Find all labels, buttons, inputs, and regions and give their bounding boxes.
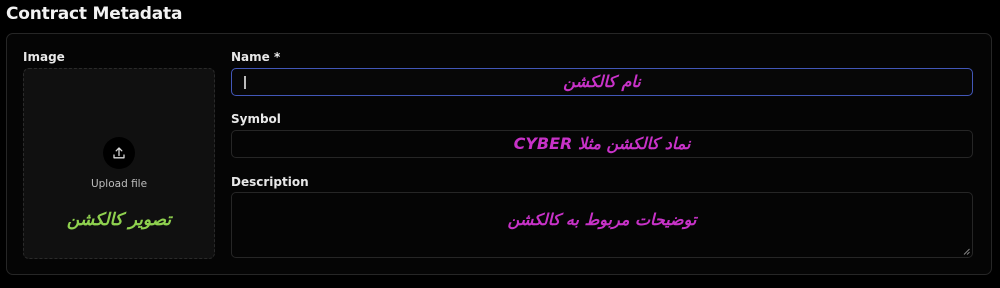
name-input[interactable]: نام کالکشن	[231, 68, 973, 96]
description-textarea[interactable]: توضیحات مربوط به کالکشن	[231, 192, 973, 258]
upload-icon	[113, 147, 125, 159]
description-hint: توضیحات مربوط به کالکشن	[507, 210, 697, 229]
page-title: Contract Metadata	[6, 4, 183, 24]
symbol-label: Symbol	[231, 112, 281, 126]
name-hint: نام کالکشن	[563, 72, 641, 91]
name-label-text: Name	[231, 50, 270, 64]
upload-file-label: Upload file	[90, 178, 148, 190]
symbol-input[interactable]: نماد کالکشن مثلا CYBER	[231, 130, 973, 158]
name-label: Name *	[231, 50, 280, 64]
upload-button[interactable]	[103, 137, 135, 169]
resize-handle-icon[interactable]	[963, 248, 970, 255]
symbol-hint: نماد کالکشن مثلا CYBER	[513, 134, 691, 153]
required-marker: *	[273, 50, 281, 64]
description-label: Description	[231, 175, 309, 189]
image-upload-dropzone[interactable]: Upload file تصویر کالکشن	[23, 68, 215, 259]
image-label: Image	[23, 50, 65, 64]
image-caption: تصویر کالکشن	[66, 210, 172, 230]
